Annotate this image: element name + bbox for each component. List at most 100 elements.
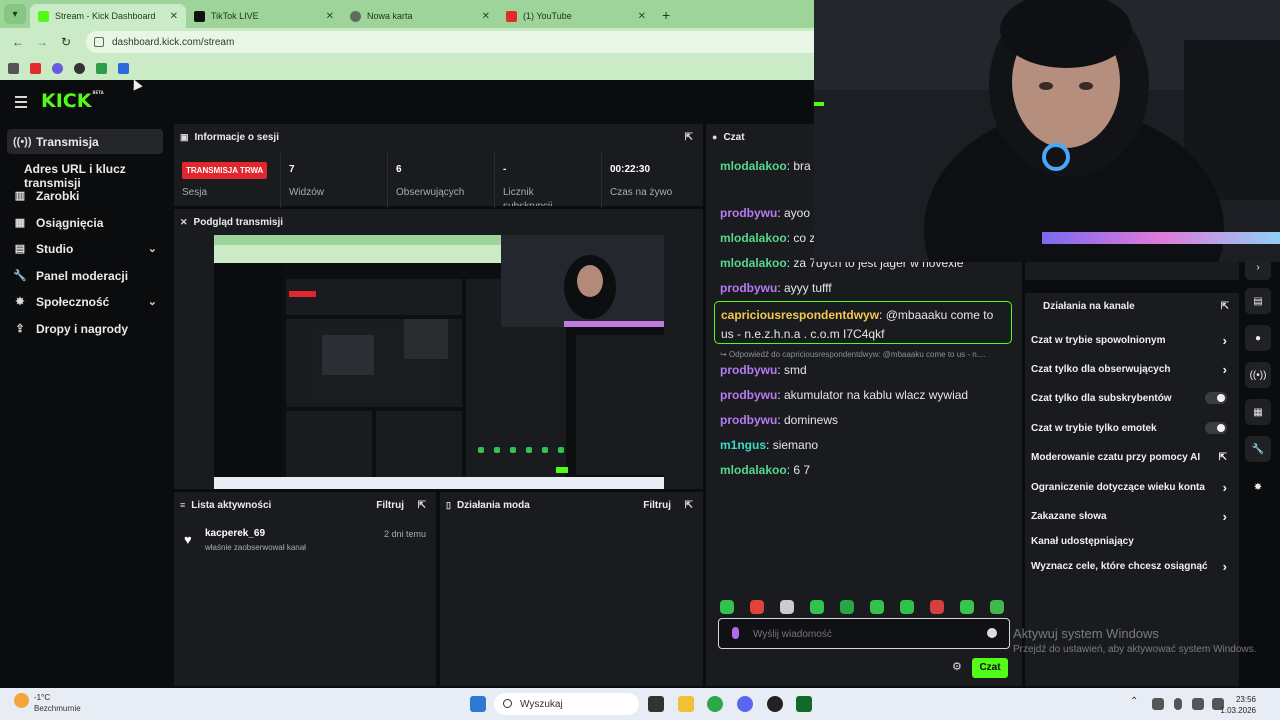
chat-username[interactable]: prodbywu xyxy=(720,413,777,427)
wifi-icon[interactable] xyxy=(1192,698,1204,710)
url-field[interactable]: dashboard.kick.com/stream xyxy=(86,31,814,53)
emote-icon[interactable] xyxy=(960,600,974,614)
chat-username[interactable]: m1ngus xyxy=(720,438,766,452)
sidebar-item-studio[interactable]: ▤ Studio ⌄ xyxy=(7,236,163,261)
sidebar-item-panel-moderacji[interactable]: 🔧 Panel moderacji xyxy=(7,263,163,288)
close-icon[interactable]: ✕ xyxy=(482,11,490,22)
emote-icon[interactable] xyxy=(840,600,854,614)
rail-layout-icon[interactable]: ▦ xyxy=(1245,399,1271,425)
rail-community-icon[interactable]: ✸ xyxy=(1245,474,1271,500)
emote-icon[interactable] xyxy=(750,600,764,614)
google-drive-bookmark-icon[interactable] xyxy=(96,62,107,74)
popout-icon[interactable]: ⇱ xyxy=(418,500,426,511)
tab-kick-dashboard[interactable]: Stream - Kick Dashboard ✕ xyxy=(30,4,186,28)
tab-search-chevron-icon[interactable]: ▾ xyxy=(4,4,26,24)
banned-words-setting[interactable]: Zakazane słowa › xyxy=(1031,509,1227,524)
close-icon[interactable]: ✕ xyxy=(170,11,178,22)
menu-hamburger-icon[interactable] xyxy=(15,96,27,111)
activity-icon: ≡ xyxy=(180,500,186,510)
bookmark-blue-icon[interactable] xyxy=(118,62,129,74)
whatsapp-bookmark-icon[interactable] xyxy=(74,62,85,74)
obs-taskbar-icon[interactable] xyxy=(767,696,783,712)
sidebar-item-dropy[interactable]: ⇪ Dropy i nagrody xyxy=(7,316,163,341)
emote-icon[interactable] xyxy=(930,600,944,614)
emoji-picker-icon[interactable] xyxy=(987,628,997,638)
emote-icon[interactable] xyxy=(900,600,914,614)
rail-chat-icon[interactable]: ● xyxy=(1245,325,1271,351)
bookmark-purple-icon[interactable] xyxy=(52,62,63,74)
reply-note[interactable]: ↪ Odpowiedź do capriciousrespondentdwyw:… xyxy=(720,350,986,359)
filter-button[interactable]: Filtruj xyxy=(643,500,671,511)
discord-taskbar-icon[interactable] xyxy=(737,696,753,712)
network-icon[interactable] xyxy=(1152,698,1164,710)
chevron-down-icon[interactable]: ⌄ xyxy=(148,242,157,255)
close-icon[interactable]: ✕ xyxy=(326,11,334,22)
task-view-icon[interactable] xyxy=(648,696,664,712)
emote-icon[interactable] xyxy=(810,600,824,614)
chat-username[interactable]: mlodalakoo xyxy=(720,159,787,173)
session-info-panel: ▣ Informacje o sesji ⇱ TRANSMISJA TRWA S… xyxy=(174,124,703,208)
goals-setting[interactable]: Wyznacz cele, które chcesz osiągnąć › xyxy=(1031,559,1227,574)
new-tab-plus-icon[interactable]: + xyxy=(654,7,678,28)
popout-icon[interactable]: ⇱ xyxy=(1221,301,1229,312)
chat-username[interactable]: capriciousrespondentdwyw xyxy=(721,308,879,322)
chevron-down-icon[interactable]: ⌄ xyxy=(148,295,157,308)
back-arrow-icon[interactable]: ← xyxy=(8,35,28,49)
tab-new-tab[interactable]: Nowa karta ✕ xyxy=(342,4,498,28)
slow-mode-setting[interactable]: Czat w trybie spowolnionym › xyxy=(1031,333,1227,348)
site-info-icon[interactable] xyxy=(94,37,104,47)
popout-icon[interactable]: ⇱ xyxy=(685,500,693,511)
gear-icon[interactable]: ⚙ xyxy=(952,660,962,673)
file-explorer-icon[interactable] xyxy=(678,696,694,712)
filter-button[interactable]: Filtruj xyxy=(376,500,404,511)
rail-document-icon[interactable]: ▤ xyxy=(1245,288,1271,314)
rail-wrench-icon[interactable]: 🔧 xyxy=(1245,436,1271,462)
chrome-taskbar-icon[interactable] xyxy=(707,696,723,712)
chat-username[interactable]: mlodalakoo xyxy=(720,463,787,477)
reload-icon[interactable]: ↻ xyxy=(56,35,76,49)
emote-icon[interactable] xyxy=(870,600,884,614)
popout-icon[interactable]: ⇱ xyxy=(685,132,693,143)
emote-only-toggle[interactable] xyxy=(1205,422,1227,434)
sidebar-item-osiagniecia[interactable]: ▦ Osiągnięcia xyxy=(7,210,163,235)
kick-taskbar-icon[interactable] xyxy=(796,696,812,712)
account-age-setting[interactable]: Ograniczenie dotyczące wieku konta › xyxy=(1031,480,1227,495)
close-icon[interactable]: ✕ xyxy=(638,11,646,22)
subscribers-only-toggle[interactable] xyxy=(1205,392,1227,404)
start-windows-icon[interactable] xyxy=(470,696,486,712)
ai-moderation-setting[interactable]: Moderowanie czatu przy pomocy AI ⇱ xyxy=(1031,452,1227,463)
tab-tiktok-live[interactable]: TikTok LIVE ✕ xyxy=(186,4,342,28)
followers-only-setting[interactable]: Czat tylko dla obserwujących › xyxy=(1031,362,1227,377)
chat-username[interactable]: mlodalakoo xyxy=(720,256,787,270)
microphone-icon[interactable] xyxy=(732,627,739,639)
chat-send-button[interactable]: Czat xyxy=(972,658,1008,678)
chat-input[interactable] xyxy=(753,624,973,644)
stream-preview-video[interactable] xyxy=(214,235,664,489)
emote-icon[interactable] xyxy=(780,600,794,614)
info-icon: ▣ xyxy=(180,131,189,142)
microphone-tray-icon[interactable] xyxy=(1174,698,1182,710)
taskbar-clock[interactable]: 23:56 1.03.2026 xyxy=(1220,694,1256,716)
tray-chevron-up-icon[interactable]: ⌃ xyxy=(1130,696,1140,712)
kick-logo[interactable]: KICKBETA xyxy=(41,90,104,112)
sidebar-item-transmisja[interactable]: ((•)) Transmisja xyxy=(7,129,163,154)
hosting-channel-setting[interactable]: Kanał udostępniający xyxy=(1031,536,1227,547)
forward-arrow-icon[interactable]: → xyxy=(32,35,52,49)
chat-username[interactable]: prodbywu xyxy=(720,206,777,220)
sidebar-item-spolecznosc[interactable]: ✸ Społeczność ⌄ xyxy=(7,289,163,314)
rail-broadcast-icon[interactable]: ((•)) xyxy=(1245,362,1271,388)
taskbar-search[interactable]: Wyszukaj xyxy=(494,693,639,715)
chat-message-field[interactable] xyxy=(718,618,1010,649)
chat-username[interactable]: prodbywu xyxy=(720,388,777,402)
chat-username[interactable]: prodbywu xyxy=(720,363,777,377)
emote-icon[interactable] xyxy=(990,600,1004,614)
chat-username[interactable]: prodbywu xyxy=(720,281,777,295)
emote-icon[interactable] xyxy=(720,600,734,614)
apps-grid-icon[interactable] xyxy=(8,62,19,74)
sidebar-item-zarobki[interactable]: ▥ Zarobki xyxy=(7,183,163,208)
youtube-bookmark-icon[interactable] xyxy=(30,62,41,74)
chat-username[interactable]: mlodalakoo xyxy=(720,231,787,245)
panel-title: Podgląd transmisji xyxy=(193,216,284,228)
session-info-header: ▣ Informacje o sesji ⇱ xyxy=(174,124,703,150)
tab-youtube[interactable]: (1) YouTube ✕ xyxy=(498,4,654,28)
